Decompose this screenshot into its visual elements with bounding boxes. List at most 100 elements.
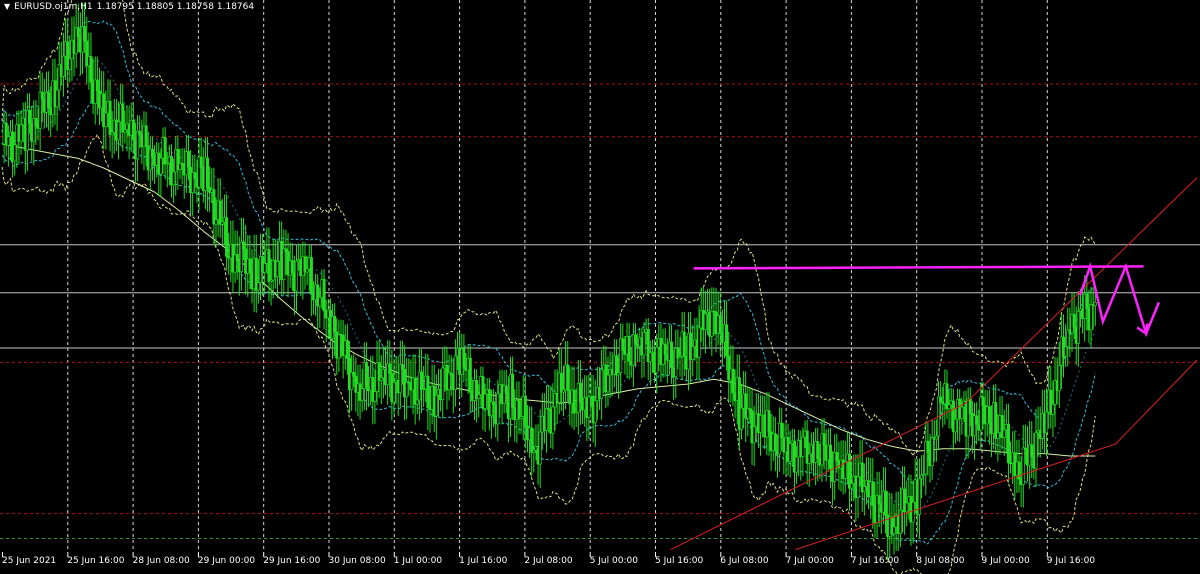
candle-body [523,395,527,427]
x-tick-label: 1 Jul 00:00 [393,556,443,566]
x-tick-label: 7 Jul 00:00 [785,556,834,566]
candle-body [364,362,368,388]
candle-body [934,435,938,440]
candle-body [600,369,604,399]
candle-body [1006,424,1010,464]
candle-body [710,310,714,337]
candle-body [290,260,294,273]
candle-body [1089,304,1093,331]
candle-body [648,352,652,363]
candle-body [587,396,591,418]
x-tick-label: 1 Jul 16:00 [459,556,508,566]
candle-body [905,502,909,513]
candle-body [193,172,197,179]
candle-body [975,415,979,425]
symbol-label: EURUSD.oj1m,H1 [14,2,93,12]
triangle-down-icon[interactable]: ▼ [4,0,10,14]
candle-body [1093,302,1097,306]
candle-body [1064,346,1068,357]
candle-body [426,375,430,409]
candle-body [241,241,246,250]
candle-body [930,437,934,467]
candle-body [767,410,771,433]
candle-body [225,217,229,257]
candle-body [415,399,419,405]
candle-body [441,367,445,400]
candle-body [150,148,154,158]
candle-body [788,443,792,462]
candle-body [123,129,127,133]
x-tick-label: 5 Jul 16:00 [655,556,704,566]
candle-body [108,101,112,136]
candle-body [926,440,930,453]
candle-body [13,144,17,162]
candle-body [138,130,142,136]
candle-body [850,483,854,489]
candle-body [333,315,337,333]
candle-body [61,55,65,77]
candle-body [835,452,839,462]
candle-body [352,371,356,377]
x-tick-label: 28 Jun 08:00 [132,556,190,566]
candle-body [337,334,341,359]
candle-body [121,103,125,133]
candle-body [606,374,610,393]
candle-body [34,118,38,127]
x-tick-label: 6 Jul 08:00 [720,556,769,566]
candle-body [360,388,364,401]
candle-body [511,373,515,408]
candle-body [294,260,299,292]
candle-body [773,433,777,452]
candle-body [6,136,10,146]
candle-body [843,461,847,479]
candle-body [981,396,985,406]
candle-body [566,364,570,391]
candle-body [27,109,32,124]
candle-body [614,355,619,376]
candle-body [400,364,405,370]
candle-body [256,282,260,291]
candle-body [960,406,964,419]
candle-body [871,481,875,506]
candle-body [758,415,763,433]
candle-body [379,377,383,381]
candle-body [996,432,1000,439]
candle-body [947,404,951,410]
candle-body [322,278,326,312]
candle-body [309,257,313,294]
candle-body [1051,404,1055,415]
candle-body [822,433,826,446]
candle-body [248,258,252,274]
price-chart[interactable] [0,0,1200,574]
candle-body [172,171,176,186]
candle-body [159,157,163,175]
candle-body [388,363,392,374]
x-tick-label: 9 Jul 00:00 [981,556,1030,566]
candle-body [47,91,51,108]
candle-body [559,372,563,393]
candle-body [691,346,695,360]
x-tick-label: 2 Jul 08:00 [524,556,573,566]
chart-header: ▼ EURUSD.oj1m,H1 1.18795 1.18805 1.18758… [4,0,254,14]
channel-line-upper [670,177,1198,551]
candle-body [496,393,500,425]
candle-body [530,427,534,453]
candle-body [186,151,191,168]
candle-body [214,219,218,225]
candle-body [892,526,896,535]
candle-body [235,254,239,261]
candle-body [953,418,958,433]
candle-body [739,407,744,430]
candle-body [19,124,23,142]
candle-body [801,436,805,458]
candle-body [1045,411,1049,434]
x-tick-label: 25 Jun 16:00 [67,556,125,566]
candle-body [816,441,820,459]
candle-body [1072,313,1076,328]
chart-window[interactable]: ▼ EURUSD.oj1m,H1 1.18795 1.18805 1.18758… [0,0,1200,574]
candle-body [682,331,686,357]
projection-arrowhead [1136,323,1149,336]
candle-body [883,490,888,516]
candle-body [468,357,472,393]
candle-body [593,400,597,424]
